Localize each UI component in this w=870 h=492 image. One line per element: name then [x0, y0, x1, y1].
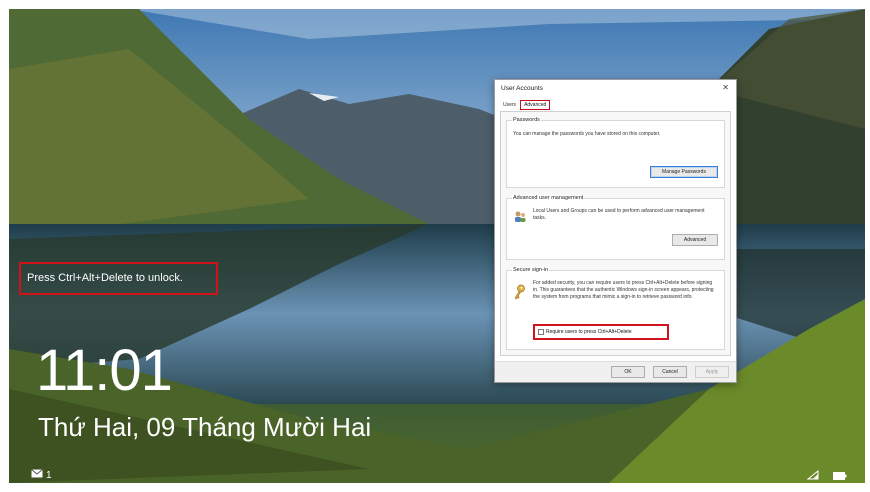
- mail-icon: [31, 469, 43, 481]
- dialog-title: User Accounts: [501, 85, 543, 92]
- notification-area: 1: [31, 469, 52, 481]
- key-icon: [513, 284, 527, 302]
- advanced-user-management-title: Advanced user management: [512, 195, 585, 201]
- lock-date: Thứ Hai, 09 Tháng Mười Hai: [38, 412, 372, 442]
- mail-count: 1: [46, 469, 52, 481]
- advanced-button[interactable]: Advanced: [672, 234, 718, 246]
- status-icons: [806, 467, 847, 483]
- lock-clock: 11:01: [36, 338, 173, 403]
- user-accounts-dialog: User Accounts ✕ Users Advanced Passwords…: [494, 79, 737, 383]
- secure-signin-text: For added security, you can require user…: [533, 280, 714, 300]
- passwords-group: Passwords You can manage the passwords y…: [506, 117, 725, 188]
- manage-passwords-button[interactable]: Manage Passwords: [650, 166, 718, 178]
- battery-icon[interactable]: [833, 467, 847, 483]
- tab-advanced[interactable]: Advanced: [520, 100, 551, 110]
- advanced-user-management-group: Advanced user management Local Users and…: [506, 195, 725, 260]
- dialog-footer: OK Cancel Apply: [495, 361, 736, 382]
- close-icon[interactable]: ✕: [722, 83, 729, 92]
- require-ctrl-alt-delete-row[interactable]: Require users to press Ctrl+Alt+Delete: [533, 324, 669, 340]
- lock-screen: Press Ctrl+Alt+Delete to unlock. 11:01 T…: [9, 9, 865, 483]
- network-icon[interactable]: [806, 467, 819, 483]
- apply-button[interactable]: Apply: [695, 366, 729, 378]
- tab-users[interactable]: Users: [499, 100, 520, 110]
- passwords-title: Passwords: [512, 117, 541, 123]
- ok-button[interactable]: OK: [611, 366, 645, 378]
- require-ctrl-alt-delete-label[interactable]: Require users to press Ctrl+Alt+Delete: [546, 329, 632, 335]
- tab-bar: Users Advanced: [499, 100, 733, 110]
- advanced-tab-panel: Passwords You can manage the passwords y…: [500, 111, 731, 356]
- advanced-user-management-text: Local Users and Groups can be used to pe…: [533, 208, 705, 221]
- unlock-hint: Press Ctrl+Alt+Delete to unlock.: [19, 262, 218, 295]
- users-group-icon: [513, 210, 527, 226]
- passwords-text: You can manage the passwords you have st…: [513, 131, 661, 137]
- cancel-button[interactable]: Cancel: [653, 366, 687, 378]
- secure-signin-title: Secure sign-in: [512, 267, 550, 273]
- require-ctrl-alt-delete-checkbox[interactable]: [538, 329, 544, 335]
